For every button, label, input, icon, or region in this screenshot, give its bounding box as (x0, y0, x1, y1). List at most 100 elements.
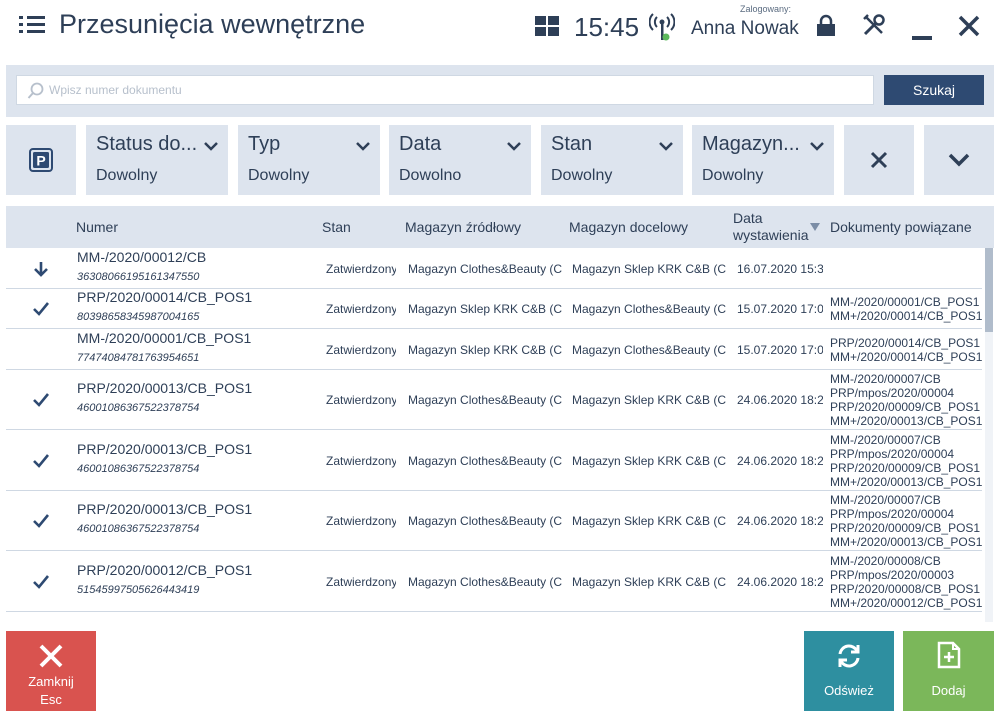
issue-date: 24.06.2020 18:2 (737, 514, 823, 528)
table-row[interactable]: PRP/2020/00013/CB_POS1 460010863675223787… (6, 491, 982, 551)
issue-date: 24.06.2020 18:2 (737, 393, 823, 407)
target-warehouse: Magazyn Sklep KRK C&B (CE (572, 453, 726, 468)
column-number[interactable]: Numer (76, 219, 118, 235)
table-row[interactable]: MM-/2020/00008/CB (6, 612, 982, 622)
related-documents: MM-/2020/00007/CB PRP/mpos/2020/00004 PRP/… (830, 372, 982, 428)
filter-type[interactable]: Typ Dowolny (238, 125, 380, 195)
menu-icon[interactable] (19, 16, 45, 36)
related-document: MM-/2020/00008/CB (830, 620, 982, 622)
antenna-icon (649, 13, 675, 41)
filter-state[interactable]: Stan Dowolny (541, 125, 683, 195)
close-button-label: Zamknij (28, 674, 74, 689)
close-button[interactable]: Zamknij Esc (6, 631, 96, 711)
close-button-shortcut: Esc (40, 692, 62, 707)
table-row[interactable]: MM-/2020/00012/CB 36308066195161347550 Zat… (6, 248, 982, 289)
minimize-icon[interactable] (912, 16, 932, 40)
refresh-button[interactable]: Odśwież (804, 631, 894, 711)
table-row[interactable]: PRP/2020/00012/CB_POS1 515459975056264434… (6, 551, 982, 612)
document-number: PRP/2020/00013/CB_POS1 (77, 380, 253, 396)
column-related-documents[interactable]: Dokumenty powiązane (830, 219, 972, 235)
search-input[interactable] (49, 76, 869, 104)
tools-icon[interactable] (862, 13, 886, 37)
related-document: PRP/mpos/2020/00004 (830, 386, 955, 400)
table-row[interactable]: PRP/2020/00013/CB_POS1 460010863675223787… (6, 370, 982, 430)
document-code: 80398658345987004165 (77, 311, 200, 323)
related-document: MM+/2020/00014/CB_POS1 (830, 349, 982, 364)
issue-date: 24.06.2020 18:2 (737, 453, 823, 468)
parked-documents-button[interactable]: P (6, 125, 76, 195)
scrollbar-thumb[interactable] (985, 248, 993, 332)
table-row[interactable]: PRP/2020/00014/CB_POS1 803986583459870041… (6, 289, 982, 329)
svg-text:P: P (36, 153, 45, 169)
source-warehouse: Magazyn Clothes&Beauty (C (408, 574, 562, 589)
related-document: MM-/2020/00001/CB_POS1 (830, 295, 980, 309)
document-status: Zatwierdzony (326, 302, 396, 316)
search-box[interactable] (16, 75, 874, 105)
document-status: Zatwierdzony (326, 453, 396, 468)
issue-date: 15.07.2020 17:0 (737, 342, 823, 357)
related-document: PRP/mpos/2020/00003 (830, 567, 955, 582)
documents-table: MM-/2020/00012/CB 36308066195161347550 Zat… (6, 248, 994, 622)
add-button[interactable]: Dodaj (903, 631, 994, 711)
related-document: MM+/2020/00013/CB_POS1 (830, 535, 982, 549)
document-status: Zatwierdzony (326, 574, 396, 589)
column-source-warehouse[interactable]: Magazyn źródłowy (405, 219, 521, 235)
lock-icon[interactable] (815, 14, 837, 36)
related-document: PRP/2020/00008/CB_POS1 (830, 581, 981, 596)
filter-label: Stan (551, 133, 593, 155)
related-document: PRP/mpos/2020/00004 (830, 446, 955, 461)
target-warehouse: Magazyn Sklep KRK C&B (CE (572, 574, 726, 589)
search-panel: Szukaj (6, 65, 994, 117)
check-icon (33, 574, 50, 589)
scrollbar[interactable] (985, 248, 993, 622)
filter-value: Dowolny (702, 167, 764, 184)
column-target-warehouse[interactable]: Magazyn docelowy (569, 219, 688, 235)
source-warehouse: Magazyn Sklep KRK C&B (CE (408, 342, 562, 357)
arrow-down-icon (34, 261, 48, 277)
filter-value: Dowolny (551, 167, 613, 184)
close-icon[interactable] (957, 14, 981, 38)
filter-date[interactable]: Data Dowolno (389, 125, 531, 195)
add-button-label: Dodaj (931, 683, 966, 698)
table-header: Numer Stan Magazyn źródłowy Magazyn doce… (6, 206, 994, 248)
document-code: 51545997505626443419 (77, 583, 200, 596)
target-warehouse: Magazyn Sklep KRK C&B (CE (572, 261, 726, 276)
document-code: 77474084781763954651 (77, 351, 200, 364)
close-icon (39, 644, 63, 668)
source-warehouse: Magazyn Clothes&Beauty (C (408, 393, 562, 407)
chevron-down-icon (507, 142, 521, 151)
related-document: MM-/2020/00007/CB (830, 432, 941, 447)
header: Przesunięcia wewnętrzne 15:45 Zalogowany… (0, 0, 999, 58)
filter-document-status[interactable]: Status do... Dowolny (86, 125, 228, 195)
column-issue-date[interactable]: Data wystawienia (733, 210, 808, 244)
clear-icon (870, 151, 888, 169)
parking-icon: P (29, 148, 53, 172)
clear-filters-button[interactable] (844, 125, 914, 195)
related-document: PRP/2020/00009/CB_POS1 (830, 521, 981, 535)
source-warehouse: Magazyn Clothes&Beauty (C (408, 514, 562, 528)
related-documents: MM-/2020/00007/CB PRP/mpos/2020/00004 PRP/… (830, 433, 982, 489)
column-state[interactable]: Stan (322, 219, 351, 235)
chevron-down-icon (356, 142, 370, 151)
refresh-button-label: Odśwież (824, 683, 874, 698)
related-documents: MM-/2020/00001/CB_POS1 MM+/2020/00014/CB_… (830, 295, 982, 323)
table-row[interactable]: MM-/2020/00001/CB_POS1 774740847817639546… (6, 329, 982, 370)
related-document: MM-/2020/00007/CB (830, 372, 941, 386)
filter-warehouse[interactable]: Magazyn... Dowolny (692, 125, 834, 195)
related-document: PRP/mpos/2020/00004 (830, 507, 955, 521)
table-row[interactable]: PRP/2020/00013/CB_POS1 460010863675223787… (6, 430, 982, 491)
expand-filters-button[interactable] (924, 125, 994, 195)
filter-value: Dowolny (96, 167, 158, 184)
add-document-icon (937, 641, 960, 669)
document-code: 46001086367522378754 (77, 462, 200, 475)
issue-date: 24.06.2020 18:2 (737, 574, 823, 589)
check-icon (33, 393, 50, 407)
grid-icon[interactable] (535, 16, 559, 36)
target-warehouse: Magazyn Sklep KRK C&B (CE (572, 393, 726, 407)
search-button[interactable]: Szukaj (884, 75, 984, 105)
document-number: PRP/2020/00012/CB_POS1 (77, 561, 253, 578)
user-name: Anna Nowak (691, 18, 799, 39)
related-documents: MM-/2020/00007/CB PRP/mpos/2020/00004 PRP/… (830, 493, 982, 549)
source-warehouse: Magazyn Sklep KRK C&B (CE (408, 302, 562, 316)
filter-label: Status do... (96, 133, 196, 155)
